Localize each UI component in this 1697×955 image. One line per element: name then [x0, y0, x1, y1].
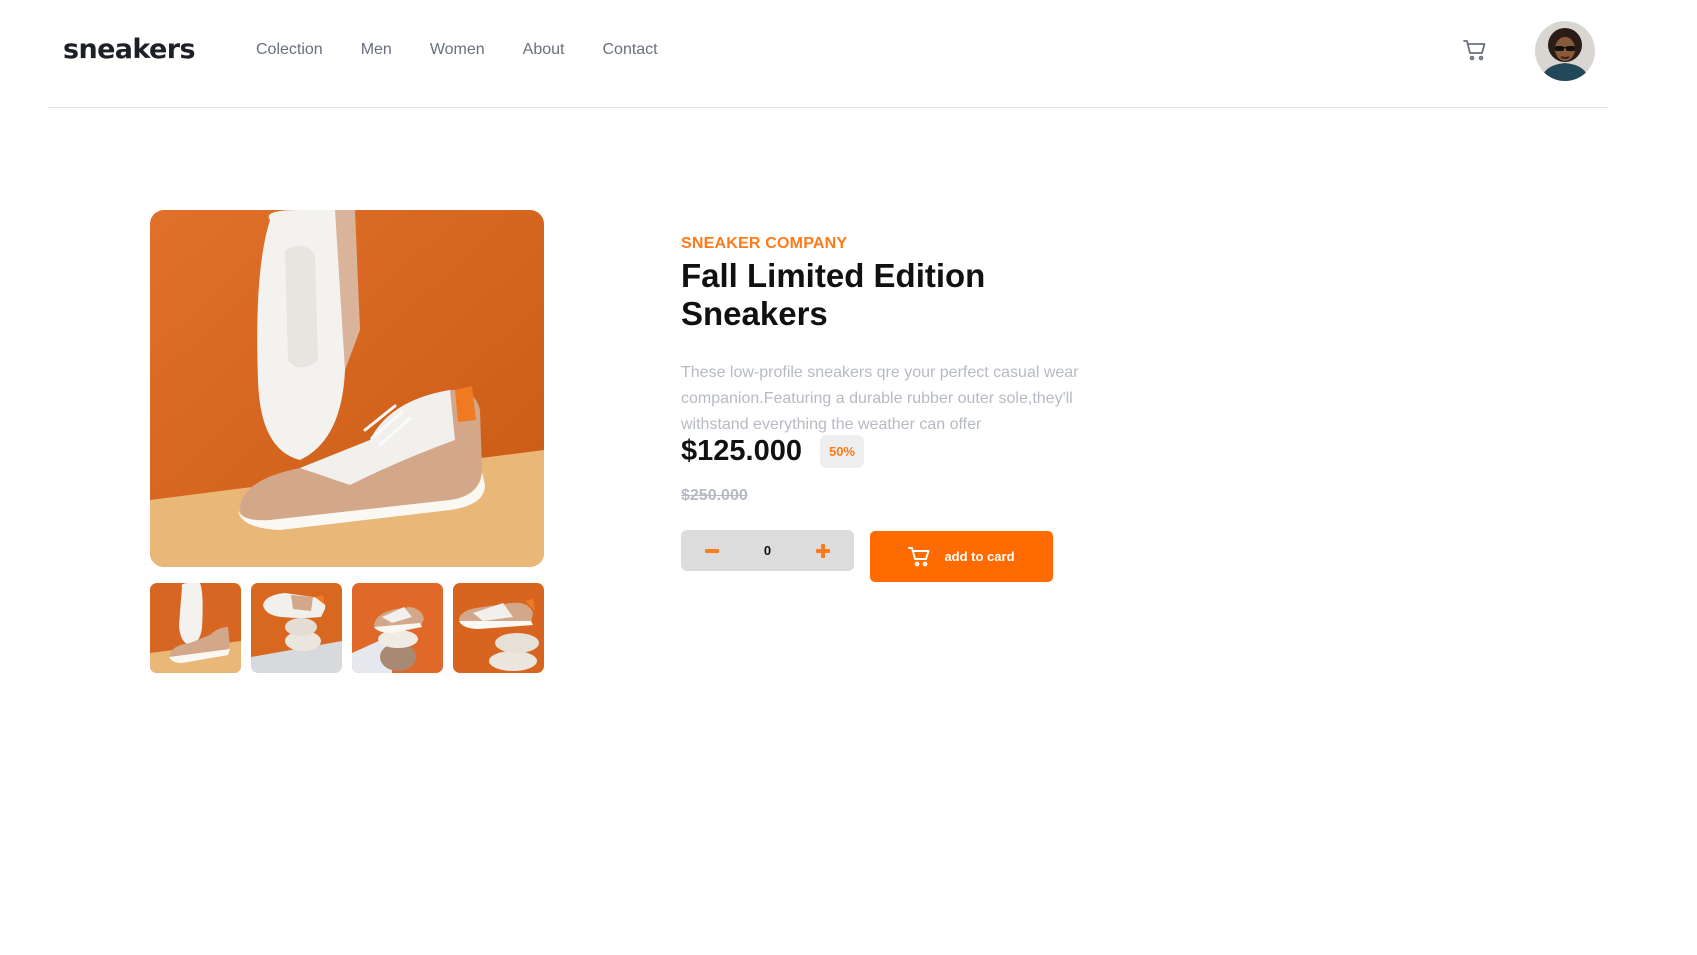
- thumbnail-strip: [150, 583, 544, 673]
- product-description: These low-profile sneakers qre your perf…: [681, 364, 1079, 433]
- nav-item-women[interactable]: Women: [430, 41, 485, 59]
- site-header: sneakers Colection Men Women About Conta…: [48, 0, 1608, 108]
- nav-item-collection[interactable]: Colection: [256, 41, 323, 59]
- add-to-cart-label: add to card: [944, 549, 1015, 564]
- discount-badge: 50%: [819, 435, 864, 468]
- user-avatar[interactable]: [1535, 21, 1595, 81]
- current-price: $125.000: [681, 435, 802, 467]
- quantity-stepper: 0: [681, 530, 854, 571]
- nav-item-contact[interactable]: Contact: [602, 41, 657, 59]
- cart-icon: [908, 546, 932, 568]
- product-thumbnail-4[interactable]: [453, 583, 544, 673]
- plus-icon[interactable]: [815, 543, 830, 558]
- nav-item-men[interactable]: Men: [361, 41, 392, 59]
- nav-item-about[interactable]: About: [523, 41, 565, 59]
- cart-icon[interactable]: [1461, 36, 1489, 64]
- product-info: SNEAKER COMPANY Fall Limited Edition Sne…: [681, 235, 1111, 438]
- product-thumbnail-3[interactable]: [352, 583, 443, 673]
- brand-logo[interactable]: sneakers: [63, 34, 196, 65]
- original-price: $250.000: [681, 487, 748, 504]
- minus-icon[interactable]: [705, 544, 719, 558]
- product-main-image[interactable]: [150, 210, 544, 567]
- add-to-cart-button[interactable]: add to card: [870, 531, 1053, 582]
- quantity-value: 0: [763, 543, 772, 558]
- product-thumbnail-2[interactable]: [251, 583, 342, 673]
- company-name: SNEAKER COMPANY: [681, 235, 848, 252]
- price-row: $125.000 50%: [681, 435, 864, 468]
- main-nav: Colection Men Women About Contact: [256, 41, 658, 59]
- product-title: Fall Limited Edition Sneakers: [681, 257, 986, 332]
- product-thumbnail-1[interactable]: [150, 583, 241, 673]
